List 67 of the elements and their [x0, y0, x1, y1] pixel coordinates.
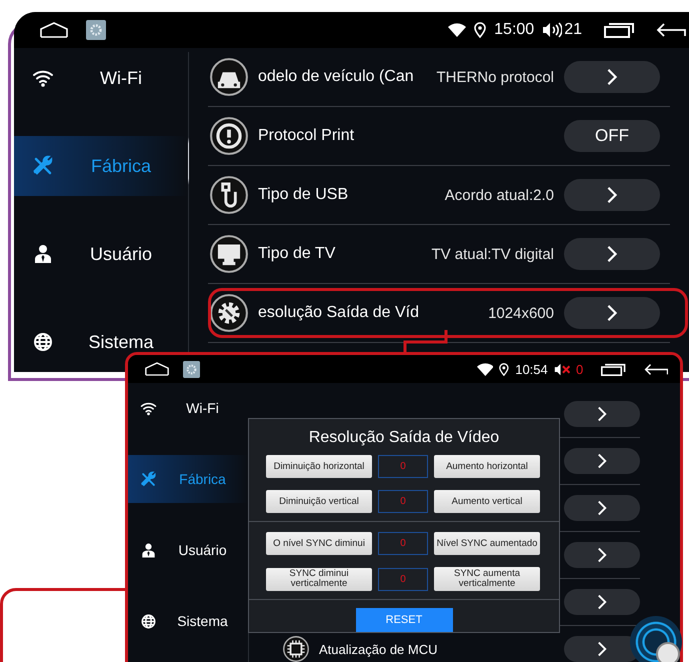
globe-icon — [32, 331, 54, 353]
increase-button[interactable]: Aumento horizontal — [434, 455, 540, 478]
sidebar-item[interactable]: Wi-Fi — [14, 48, 188, 108]
increase-button[interactable]: Aumento vertical — [434, 490, 540, 513]
setting-value: 1024x600 — [488, 304, 554, 322]
setting-value: Acordo atual:2.0 — [444, 186, 554, 204]
chevron-right-icon — [606, 245, 618, 263]
chevron-right-icon — [597, 547, 607, 563]
value-field: 0 — [378, 455, 428, 478]
chevron-right-icon — [606, 304, 618, 322]
volume-level: 21 — [564, 21, 582, 39]
setting-label: Tipo de TV — [258, 245, 336, 263]
chevron-right-icon — [597, 500, 607, 516]
home-icon[interactable] — [40, 22, 68, 38]
setting-value: TV atual:TV digital — [431, 246, 554, 262]
sidebar-item[interactable]: Sistema — [14, 312, 188, 372]
setting-label: odelo de veículo (Can — [258, 68, 415, 86]
dialog-title: Resolução Saída de Vídeo — [308, 428, 500, 448]
exclamation-icon — [210, 117, 248, 155]
back-icon[interactable] — [644, 362, 668, 376]
wifi-icon — [448, 23, 466, 37]
recent-apps-icon[interactable] — [601, 362, 626, 376]
toggle-button[interactable]: OFF — [564, 120, 660, 152]
chevron-right-icon — [597, 641, 607, 657]
value-field: 0 — [378, 568, 428, 590]
setting-label: Tipo de USB — [258, 186, 350, 204]
recent-apps-icon[interactable] — [604, 22, 634, 38]
usb-plug-icon — [210, 176, 248, 214]
chevron-right-icon — [606, 186, 618, 204]
wifi-icon — [476, 362, 494, 376]
sidebar-item[interactable]: Usuário — [14, 224, 188, 284]
car-icon — [210, 58, 248, 96]
clock-time: 15:00 — [494, 21, 534, 39]
setting-label: esolução Saída de Víd — [258, 304, 420, 322]
reset-button[interactable]: RESET — [356, 608, 452, 632]
decrease-button[interactable]: O nível SYNC diminui — [266, 532, 372, 555]
increase-button[interactable]: Nível SYNC aumentado — [434, 532, 540, 555]
decrease-button[interactable]: SYNC diminui verticalmente — [266, 568, 372, 590]
clock-time: 10:54 — [515, 362, 548, 376]
location-pin-icon — [474, 22, 486, 38]
globe-icon — [140, 612, 157, 630]
increase-button[interactable]: SYNC aumenta verticalmente — [434, 567, 540, 591]
monitor-icon — [210, 235, 248, 273]
setting-value: THERNo protocol — [436, 68, 554, 86]
sidebar-item[interactable]: Wi-Fi — [128, 384, 248, 432]
decrease-button[interactable]: Diminuição horizontal — [266, 455, 372, 478]
person-icon — [32, 243, 54, 265]
value-field: 0 — [378, 490, 428, 513]
volume-level: 0 — [576, 362, 584, 376]
wrench-screwdriver-icon — [140, 470, 157, 488]
value-field: 0 — [378, 532, 428, 555]
sidebar-item[interactable]: Usuário — [128, 526, 248, 574]
person-icon — [140, 542, 157, 558]
back-icon[interactable] — [656, 22, 686, 38]
wrench-screwdriver-icon — [32, 155, 54, 177]
home-icon[interactable] — [145, 362, 169, 376]
chevron-right-icon — [597, 594, 607, 610]
settings-app-icon[interactable] — [183, 360, 200, 378]
chevron-right-icon — [597, 453, 607, 469]
location-pin-icon — [499, 362, 510, 376]
chevron-right-icon — [606, 68, 618, 86]
sidebar-item[interactable]: Sistema — [128, 597, 248, 645]
setting-label: Atualização de MCU — [319, 642, 438, 656]
chevron-right-icon — [597, 406, 607, 422]
decrease-button[interactable]: Diminuição vertical — [266, 490, 372, 513]
gear-icon — [210, 294, 248, 332]
setting-label: Protocol Print — [258, 127, 356, 145]
